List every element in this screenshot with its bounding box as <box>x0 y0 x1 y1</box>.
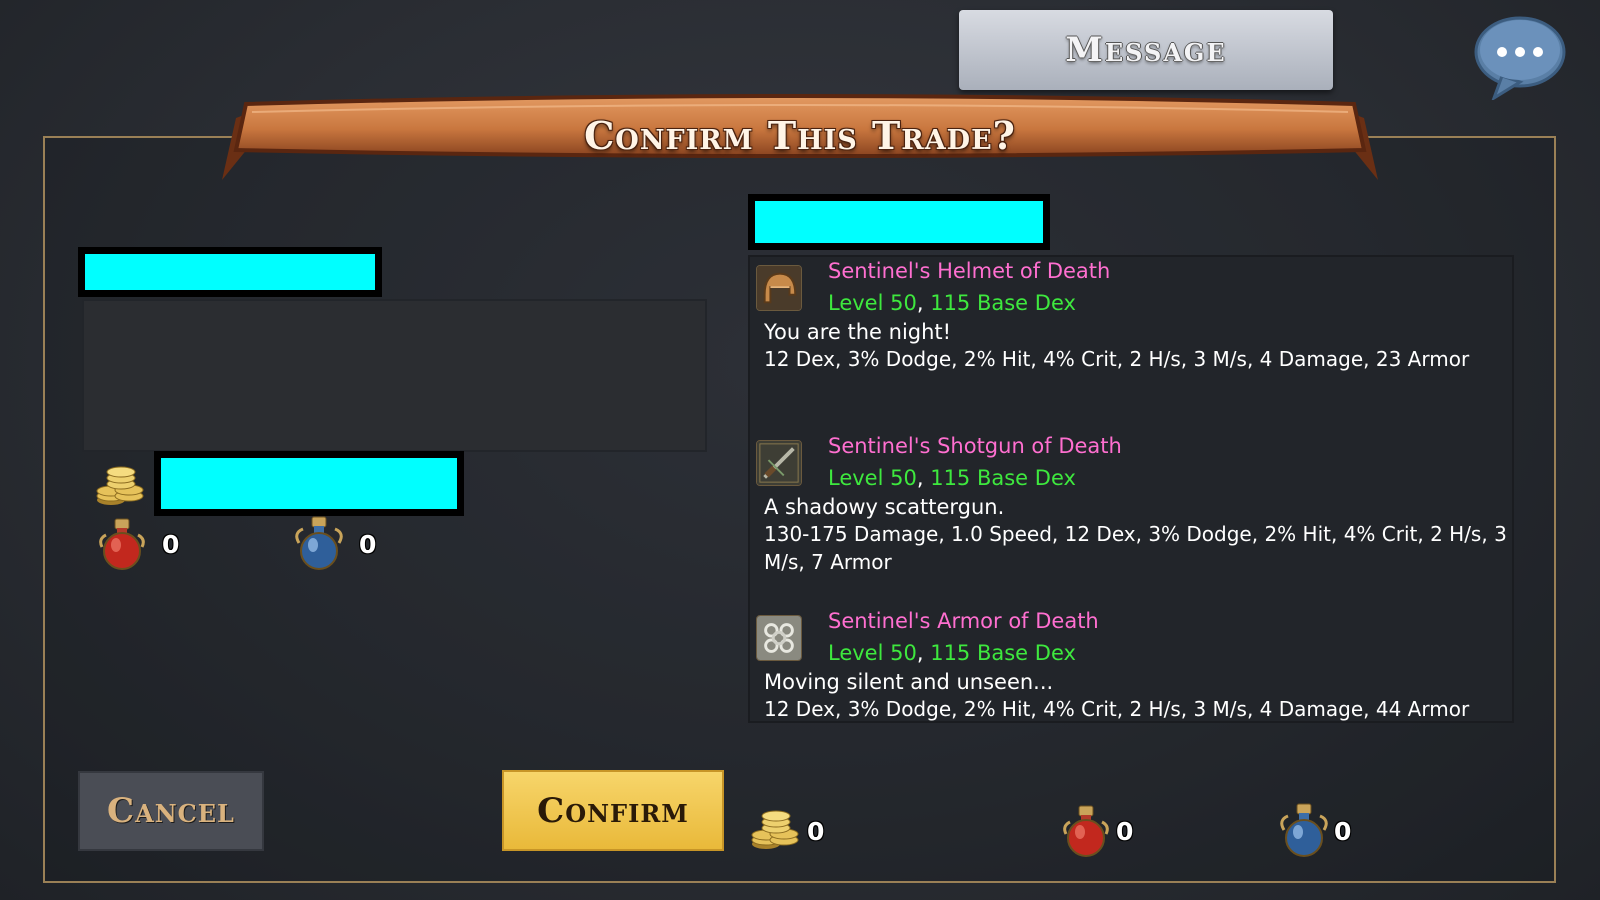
red-potion-icon <box>1060 804 1112 858</box>
gold-coins-icon <box>95 460 145 508</box>
left-offer-items <box>82 299 707 452</box>
armor-icon <box>756 615 802 661</box>
right-gold-count: 0 <box>807 817 825 846</box>
gold-coins-icon <box>750 804 800 852</box>
right-offer-items: Sentinel's Helmet of Death Level 50, 115… <box>748 255 1514 723</box>
left-gold-amount-redacted <box>154 451 464 516</box>
chat-bubble-icon[interactable] <box>1472 14 1566 100</box>
left-red-potion-count: 0 <box>162 530 180 559</box>
right-player-name-redacted <box>748 194 1050 250</box>
red-potion-icon <box>96 517 148 571</box>
blue-potion-icon <box>1278 802 1330 858</box>
item-stats: 130-175 Damage, 1.0 Speed, 12 Dex, 3% Do… <box>764 522 1507 574</box>
item-stats: 12 Dex, 3% Dodge, 2% Hit, 4% Crit, 2 H/s… <box>764 697 1470 721</box>
item-name: Sentinel's Shotgun of Death <box>828 434 1122 458</box>
confirm-button[interactable]: Confirm <box>502 770 724 851</box>
blue-potion-icon <box>293 515 345 571</box>
left-player-name-redacted <box>78 247 382 297</box>
item-level: Level 50, 115 Base Dex <box>828 641 1076 665</box>
item-description: You are the night! <box>764 320 952 344</box>
helmet-icon <box>756 265 802 311</box>
item-name: Sentinel's Armor of Death <box>828 609 1099 633</box>
item-level: Level 50, 115 Base Dex <box>828 466 1076 490</box>
message-button[interactable]: Message <box>959 10 1333 90</box>
item-description: Moving silent and unseen... <box>764 670 1054 694</box>
shotgun-icon <box>756 440 802 486</box>
item-stats: 12 Dex, 3% Dodge, 2% Hit, 4% Crit, 2 H/s… <box>764 347 1470 371</box>
item-level: Level 50, 115 Base Dex <box>828 291 1076 315</box>
item-name: Sentinel's Helmet of Death <box>828 259 1111 283</box>
right-blue-potion-count: 0 <box>1334 817 1352 846</box>
cancel-button[interactable]: Cancel <box>78 771 264 851</box>
left-blue-potion-count: 0 <box>359 530 377 559</box>
right-red-potion-count: 0 <box>1116 817 1134 846</box>
item-description: A shadowy scattergun. <box>764 495 1005 519</box>
dialog-title: Confirm This Trade? <box>584 112 1016 158</box>
